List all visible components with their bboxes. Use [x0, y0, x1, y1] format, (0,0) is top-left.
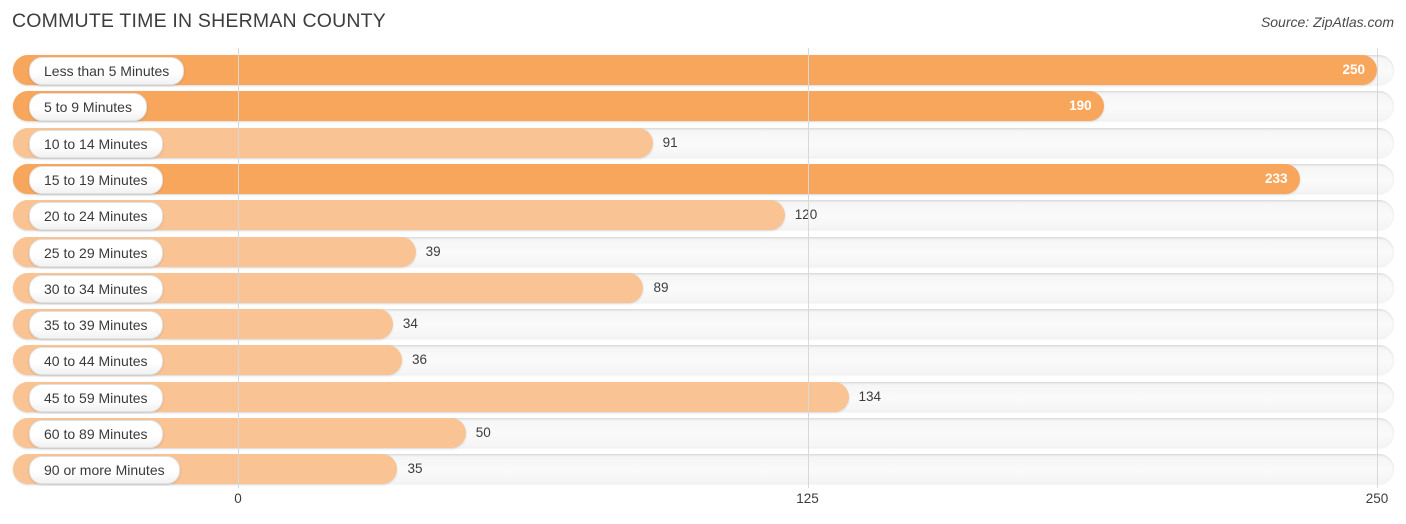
category-label[interactable]: 10 to 14 Minutes [29, 129, 163, 158]
bar-value-label: 50 [475, 425, 491, 440]
category-label[interactable]: 60 to 89 Minutes [29, 420, 163, 448]
bar-row[interactable]: 89 30 to 34 Minutes [13, 272, 1394, 303]
source-attribution: Source: ZipAtlas.com [1260, 14, 1394, 30]
category-label[interactable]: 5 to 9 Minutes [29, 93, 147, 122]
bar[interactable]: 250 [13, 55, 1377, 85]
bar-row[interactable]: 233 15 to 19 Minutes [13, 163, 1394, 194]
category-label[interactable]: 35 to 39 Minutes [29, 311, 163, 340]
category-label[interactable]: 20 to 24 Minutes [29, 202, 163, 231]
chart-header: COMMUTE TIME IN SHERMAN COUNTY Source: Z… [0, 0, 1406, 46]
bar-value-label: 120 [794, 207, 818, 223]
bar[interactable]: 190 [13, 91, 1104, 122]
bar-value-label: 89 [653, 279, 669, 295]
bar-value-label: 36 [412, 352, 428, 368]
category-label[interactable]: Less than 5 Minutes [29, 57, 185, 85]
axis-tick-label: 250 [1365, 491, 1389, 506]
bar-row[interactable]: 50 60 to 89 Minutes [13, 418, 1394, 448]
bar-row[interactable]: 190 5 to 9 Minutes [13, 91, 1394, 122]
page-title: COMMUTE TIME IN SHERMAN COUNTY [12, 10, 386, 32]
bar-value-label: 34 [402, 316, 418, 332]
category-label[interactable]: 15 to 19 Minutes [29, 165, 163, 194]
bar-row[interactable]: 39 25 to 29 Minutes [13, 236, 1394, 267]
x-axis: 0 125 250 [0, 488, 1406, 524]
bar-row[interactable]: 120 20 to 24 Minutes [13, 200, 1394, 231]
bar-value-label: 35 [407, 461, 423, 477]
bar-value-label: 91 [662, 134, 678, 150]
axis-tick-label: 0 [234, 491, 242, 506]
bar-value-label: 190 [1069, 98, 1092, 114]
bar-row[interactable]: 36 40 to 44 Minutes [13, 345, 1394, 376]
category-label[interactable]: 30 to 34 Minutes [29, 274, 163, 303]
bar[interactable]: 233 [13, 163, 1300, 194]
bar-row[interactable]: 34 35 to 39 Minutes [13, 309, 1394, 340]
bar-row[interactable]: 35 90 or more Minutes [13, 454, 1394, 485]
category-label[interactable]: 25 to 29 Minutes [29, 238, 163, 267]
category-label[interactable]: 45 to 59 Minutes [29, 383, 163, 412]
bar-row[interactable]: 91 10 to 14 Minutes [13, 127, 1394, 158]
bar-value-label: 250 [1342, 62, 1365, 77]
chart-plot-area: 250 Less than 5 Minutes 190 5 to 9 Minutes 9… [0, 48, 1406, 488]
bar-row[interactable]: 134 45 to 59 Minutes [13, 381, 1394, 412]
bar-value-label: 233 [1265, 170, 1288, 186]
bar-value-label: 39 [425, 243, 441, 259]
bar-rows-container: 250 Less than 5 Minutes 190 5 to 9 Minutes 9… [0, 48, 1406, 488]
category-label[interactable]: 40 to 44 Minutes [29, 347, 163, 376]
axis-tick-label: 125 [796, 491, 819, 506]
bar-value-label: 134 [858, 388, 882, 404]
bar-row[interactable]: 250 Less than 5 Minutes [13, 55, 1394, 85]
category-label[interactable]: 90 or more Minutes [29, 456, 180, 485]
